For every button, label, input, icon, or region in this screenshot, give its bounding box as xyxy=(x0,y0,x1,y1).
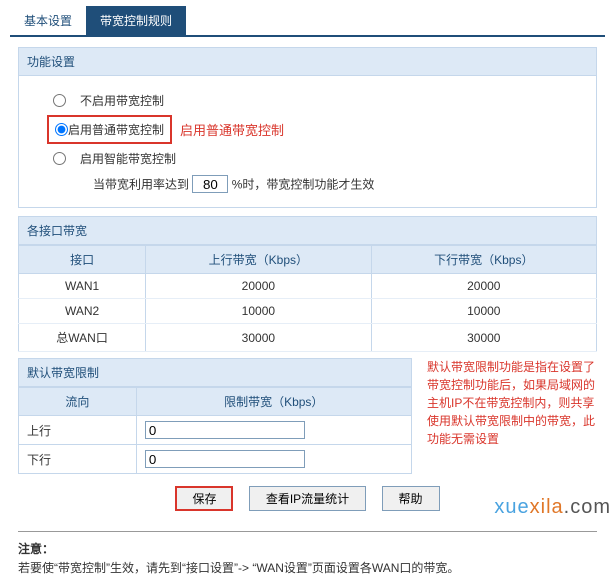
threshold-pre: 当带宽利用率达到 xyxy=(93,178,189,192)
func-header: 功能设置 xyxy=(18,47,597,76)
bw-down: 30000 xyxy=(371,324,596,352)
bw-iface: 总WAN口 xyxy=(19,324,146,352)
notes-body: 若要使“带宽控制”生效，请先到“接口设置”-> “WAN设置”页面设置各WAN口… xyxy=(18,559,597,578)
bw-up: 30000 xyxy=(146,324,371,352)
limit-down-input[interactable] xyxy=(145,450,305,468)
bw-down: 10000 xyxy=(371,299,596,324)
bw-col-down: 下行带宽（Kbps） xyxy=(371,246,596,274)
threshold-input[interactable] xyxy=(192,175,228,193)
stats-button[interactable]: 查看IP流量统计 xyxy=(249,486,366,511)
table-row: WAN1 20000 20000 xyxy=(19,274,597,299)
table-row: 上行 xyxy=(19,416,412,445)
bw-header: 各接口带宽 xyxy=(18,216,597,245)
bw-table: 接口 上行带宽（Kbps） 下行带宽（Kbps） WAN1 20000 2000… xyxy=(18,245,597,352)
tab-rules[interactable]: 带宽控制规则 xyxy=(86,6,186,35)
bw-iface: WAN2 xyxy=(19,299,146,324)
bw-up: 10000 xyxy=(146,299,371,324)
func-body: 不启用带宽控制 启用普通带宽控制 启用普通带宽控制 启用智能带宽控制 当带宽利用… xyxy=(18,76,597,208)
table-row: WAN2 10000 10000 xyxy=(19,299,597,324)
watermark: xuexila.com xyxy=(494,496,611,519)
radio-disable[interactable] xyxy=(53,94,66,107)
bw-down: 20000 xyxy=(371,274,596,299)
radio-smart[interactable] xyxy=(53,152,66,165)
limit-table: 流向 限制带宽（Kbps） 上行 下行 xyxy=(18,387,412,474)
help-button[interactable]: 帮助 xyxy=(382,486,440,511)
divider xyxy=(18,531,597,532)
save-button[interactable]: 保存 xyxy=(175,486,233,511)
radio-normal-box: 启用普通带宽控制 xyxy=(47,115,172,144)
limit-up-input[interactable] xyxy=(145,421,305,439)
tab-bar: 基本设置 带宽控制规则 xyxy=(10,6,605,37)
limit-up-label: 上行 xyxy=(19,416,137,445)
table-row: 下行 xyxy=(19,445,412,474)
tab-basic[interactable]: 基本设置 xyxy=(10,6,86,35)
notes-title: 注意： xyxy=(18,540,597,559)
radio-normal-label: 启用普通带宽控制 xyxy=(68,121,164,138)
bw-up: 20000 xyxy=(146,274,371,299)
limit-col-bw: 限制带宽（Kbps） xyxy=(136,388,411,416)
radio-smart-label: 启用智能带宽控制 xyxy=(80,150,176,167)
limit-col-dir: 流向 xyxy=(19,388,137,416)
threshold-row: 当带宽利用率达到 %时，带宽控制功能才生效 xyxy=(93,175,582,193)
limit-section: 默认带宽限制 流向 限制带宽（Kbps） 上行 下行 默认带宽限制功能是指在设置… xyxy=(18,358,597,474)
table-row: 总WAN口 30000 30000 xyxy=(19,324,597,352)
threshold-post: %时，带宽控制功能才生效 xyxy=(232,178,375,192)
radio-normal[interactable] xyxy=(55,123,68,136)
bw-iface: WAN1 xyxy=(19,274,146,299)
bw-col-up: 上行带宽（Kbps） xyxy=(146,246,371,274)
limit-note: 默认带宽限制功能是指在设置了带宽控制功能后，如果局域网的主机IP不在带宽控制内，… xyxy=(427,358,603,448)
limit-down-label: 下行 xyxy=(19,445,137,474)
notes: 注意： 若要使“带宽控制”生效，请先到“接口设置”-> “WAN设置”页面设置各… xyxy=(0,536,615,588)
limit-header: 默认带宽限制 xyxy=(18,358,412,387)
radio-disable-label: 不启用带宽控制 xyxy=(80,92,164,109)
normal-annotation: 启用普通带宽控制 xyxy=(180,120,284,139)
bw-col-iface: 接口 xyxy=(19,246,146,274)
